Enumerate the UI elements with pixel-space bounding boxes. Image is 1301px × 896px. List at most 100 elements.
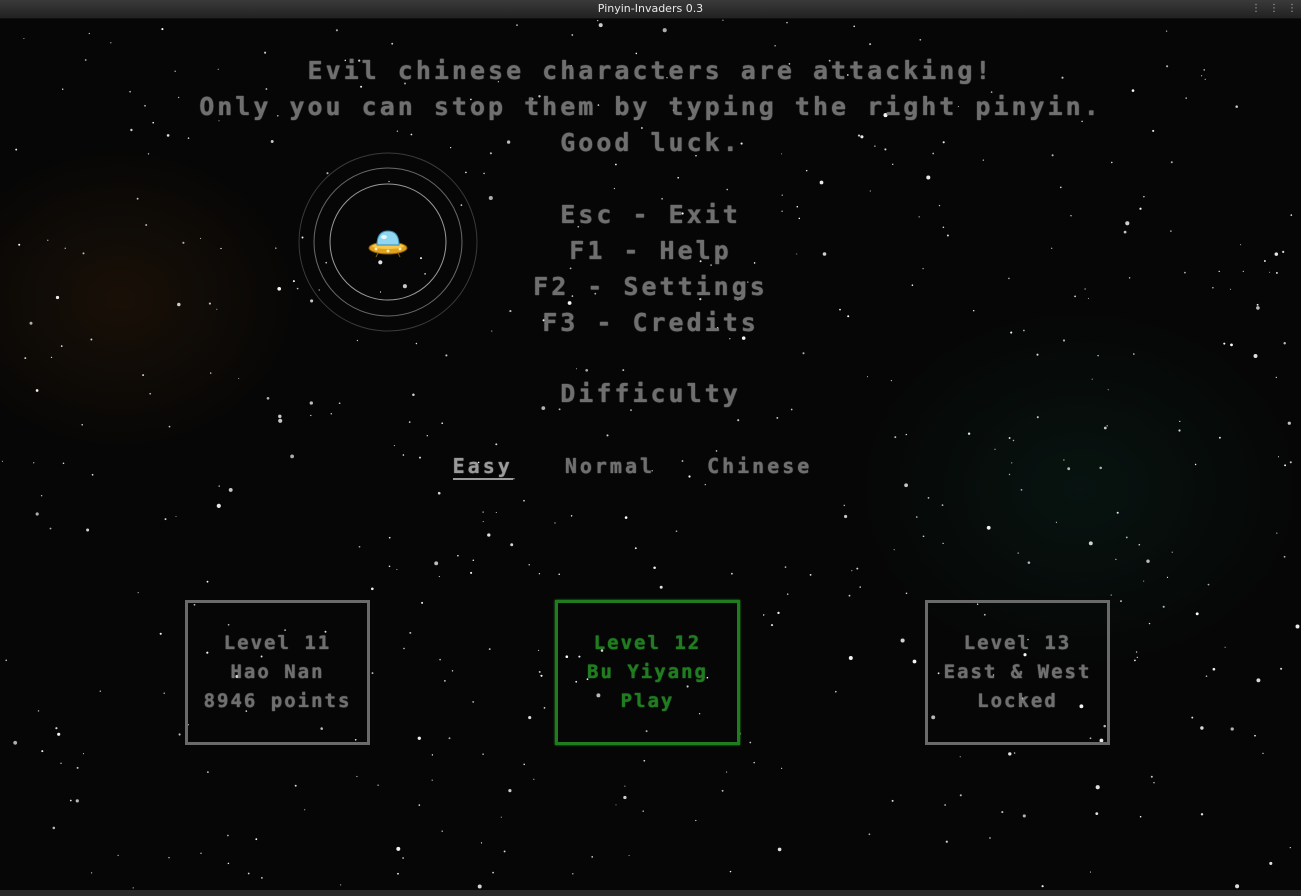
- star: [168, 425, 171, 428]
- level-play-button[interactable]: Play: [621, 687, 675, 716]
- star: [41, 750, 44, 753]
- menu-item-exit[interactable]: Esc - Exit: [0, 200, 1301, 229]
- star: [1153, 782, 1155, 784]
- star: [540, 674, 543, 677]
- star: [178, 733, 181, 736]
- level-title: Level 12: [593, 632, 702, 654]
- star: [76, 766, 79, 769]
- star: [294, 784, 297, 787]
- star: [859, 586, 861, 588]
- window-minimize-button[interactable]: ⋮: [1269, 0, 1279, 18]
- star: [510, 543, 514, 547]
- star: [477, 884, 482, 889]
- star: [1135, 651, 1138, 653]
- star: [132, 887, 134, 889]
- star: [1166, 576, 1169, 579]
- star: [434, 561, 439, 566]
- star: [523, 763, 525, 766]
- star: [482, 521, 484, 523]
- star: [1230, 727, 1234, 731]
- star: [55, 727, 58, 730]
- difficulty-option-chinese[interactable]: Chinese: [707, 454, 812, 480]
- star: [391, 42, 394, 45]
- star: [1150, 775, 1153, 778]
- star: [1256, 678, 1261, 683]
- star: [900, 638, 905, 643]
- star: [622, 369, 625, 372]
- star: [904, 483, 908, 488]
- star: [1224, 646, 1226, 648]
- menu-item-settings[interactable]: F2 - Settings: [0, 272, 1301, 301]
- difficulty-option-normal[interactable]: Normal: [565, 454, 655, 480]
- star: [62, 88, 64, 90]
- star: [1212, 667, 1216, 671]
- star: [624, 516, 628, 519]
- star: [722, 19, 724, 21]
- star: [1116, 511, 1119, 514]
- star: [227, 862, 230, 865]
- star: [635, 52, 638, 55]
- star: [624, 785, 626, 787]
- star: [1283, 342, 1286, 345]
- star: [844, 514, 848, 519]
- star: [786, 21, 788, 24]
- star: [868, 833, 871, 836]
- star: [370, 587, 374, 591]
- star: [1148, 622, 1151, 625]
- level-card-12[interactable]: Level 12 Bu Yiyang Play: [555, 600, 740, 745]
- star: [487, 533, 491, 537]
- star: [777, 611, 780, 615]
- difficulty-option-easy[interactable]: Easy: [452, 454, 513, 480]
- star: [1008, 752, 1012, 756]
- star: [1223, 342, 1226, 345]
- star: [437, 491, 441, 495]
- star: [396, 568, 398, 571]
- star: [330, 413, 333, 415]
- star: [538, 670, 541, 673]
- star: [543, 707, 546, 709]
- star: [944, 804, 946, 806]
- star: [737, 419, 740, 422]
- star: [1170, 161, 1173, 164]
- star: [1139, 815, 1142, 818]
- star: [445, 354, 448, 357]
- star: [415, 342, 418, 345]
- level-status: Locked: [977, 690, 1058, 712]
- star: [516, 24, 518, 26]
- star: [790, 408, 793, 411]
- star: [835, 690, 837, 693]
- star: [358, 545, 361, 548]
- star: [24, 357, 27, 360]
- star: [753, 761, 755, 764]
- star: [255, 838, 258, 841]
- star: [137, 592, 139, 594]
- menu-item-credits[interactable]: F3 - Credits: [0, 308, 1301, 337]
- star: [1120, 600, 1122, 602]
- star: [1275, 376, 1277, 379]
- star: [218, 485, 220, 487]
- star: [207, 771, 209, 773]
- star: [538, 572, 541, 575]
- level-card-13[interactable]: Level 13 East & West Locked: [925, 600, 1110, 745]
- star: [1146, 559, 1150, 563]
- star: [206, 580, 209, 583]
- intro-line-1: Evil chinese characters are attacking!: [307, 56, 994, 85]
- level-title: Level 11: [223, 632, 332, 654]
- star: [388, 536, 391, 539]
- level-card-11[interactable]: Level 11 Hao Nan 8946 points: [185, 600, 370, 745]
- star: [1200, 726, 1204, 730]
- menu-item-help[interactable]: F1 - Help: [0, 236, 1301, 265]
- star: [1097, 354, 1099, 357]
- star: [69, 799, 72, 802]
- window-close-button[interactable]: ⋮: [1287, 0, 1297, 18]
- star: [1022, 814, 1026, 818]
- star: [60, 762, 62, 764]
- star: [495, 511, 497, 514]
- star: [893, 549, 895, 551]
- star: [1095, 785, 1100, 790]
- window-menu-button[interactable]: ⋮: [1251, 0, 1261, 18]
- star: [1207, 583, 1210, 586]
- star: [1280, 667, 1283, 670]
- game-window: Pinyin-Invaders 0.3 ⋮ ⋮ ⋮ Evil chinese c…: [0, 0, 1301, 896]
- star: [1254, 734, 1256, 737]
